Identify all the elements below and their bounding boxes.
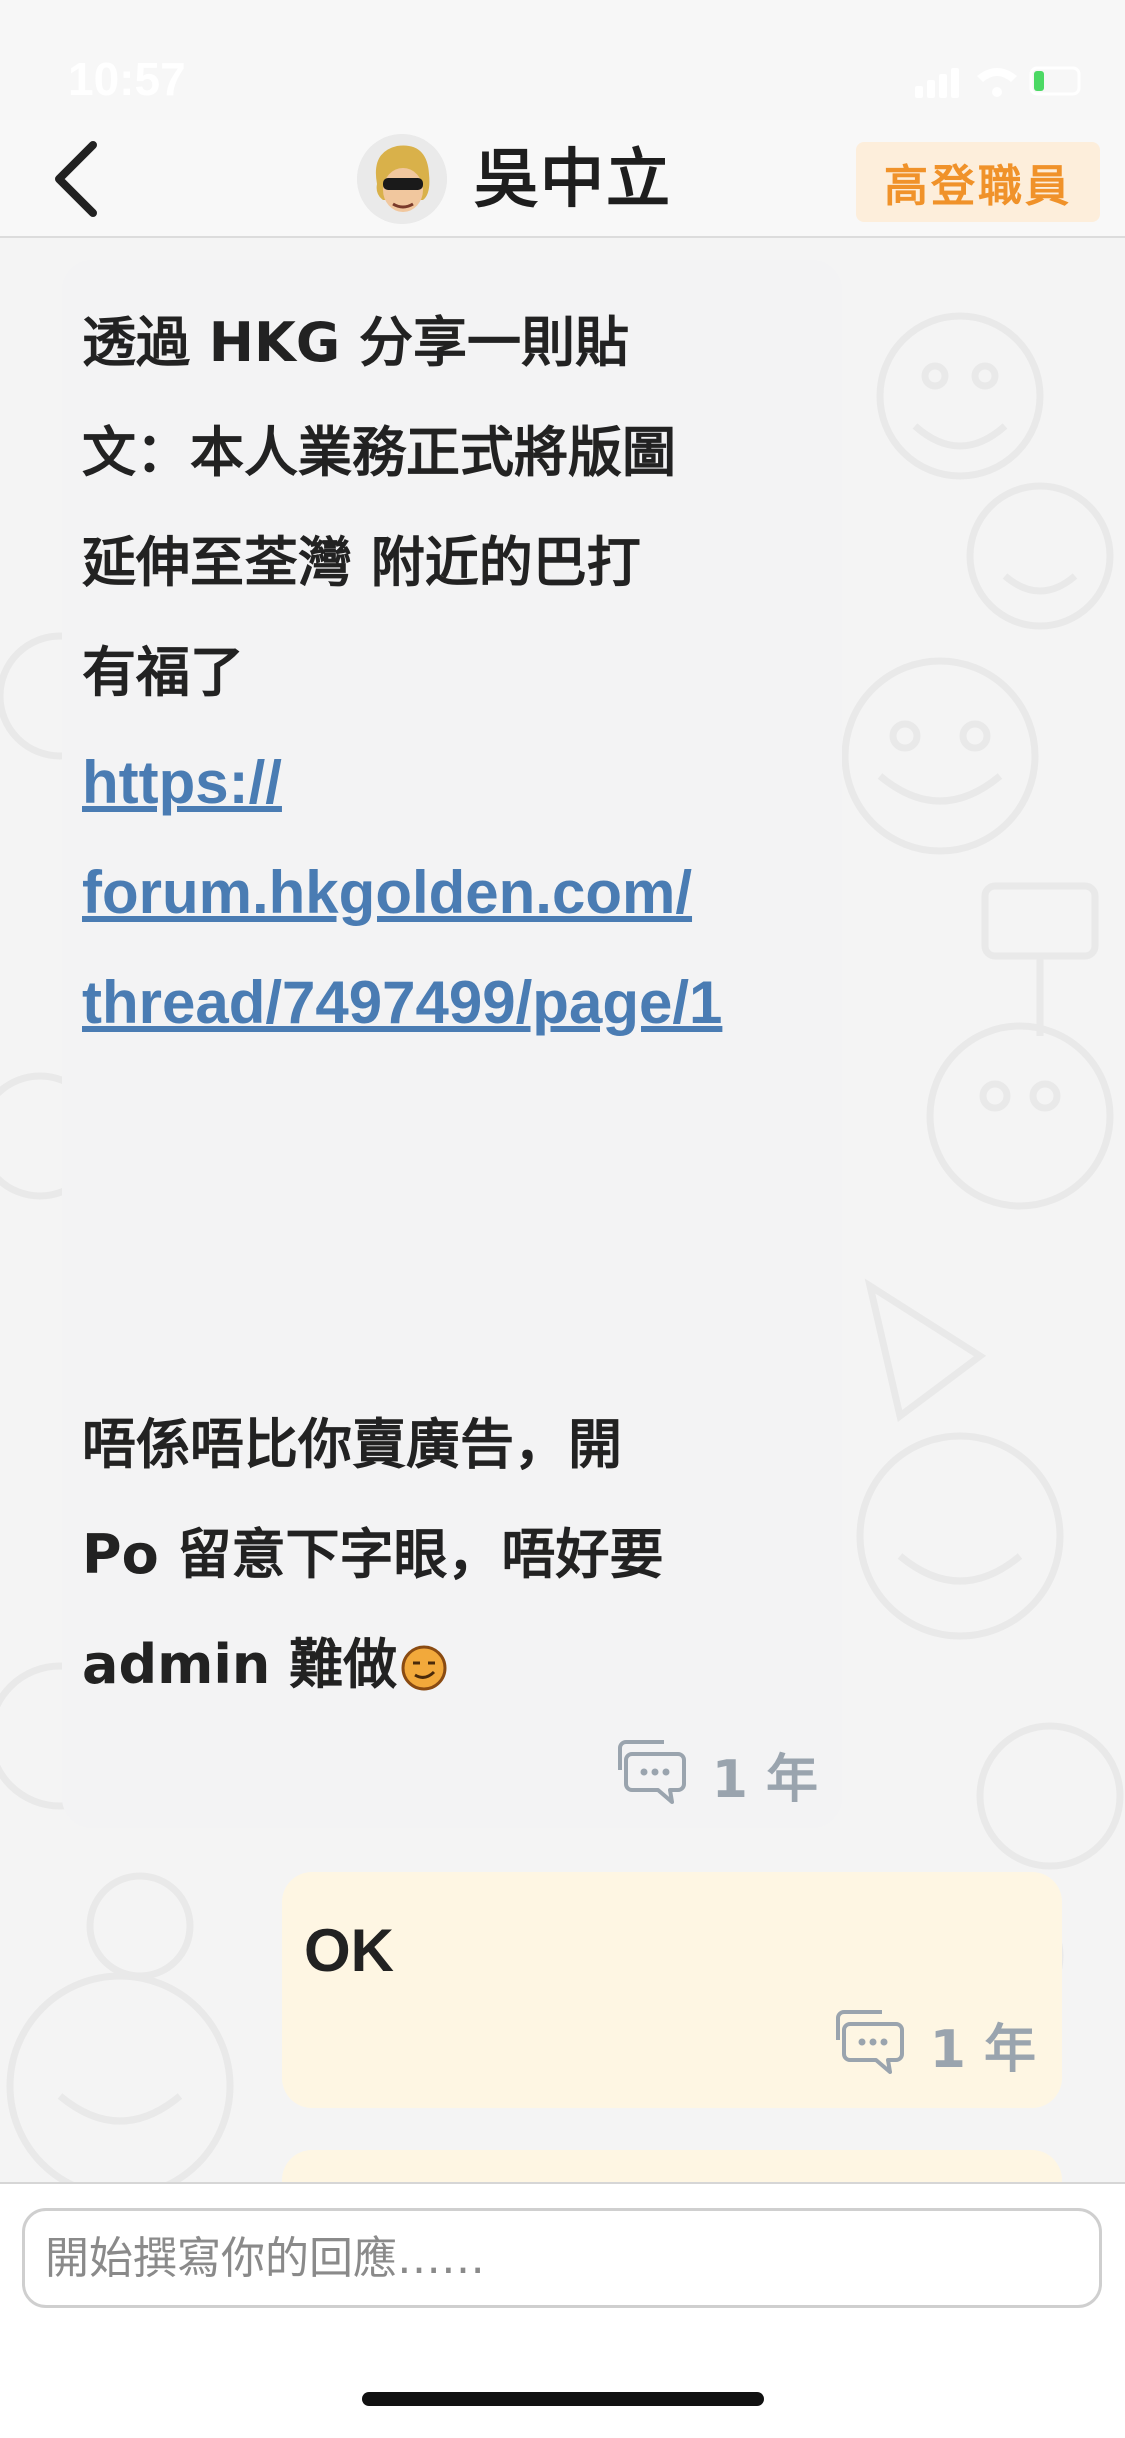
message-time: 1 年 xyxy=(711,1750,818,1810)
home-indicator xyxy=(362,2392,764,2406)
avatar[interactable] xyxy=(357,134,447,224)
message-text-2-content: 唔係唔比你賣廣告，開 Po 留意下字眼，唔好要 admin 難做 xyxy=(82,1413,664,1696)
message-meta: 1 年 xyxy=(832,2007,1036,2082)
status-time: 10:57 xyxy=(68,53,186,105)
smirk-emoji-icon xyxy=(401,1645,447,1691)
message-time: 1 年 xyxy=(929,2020,1036,2080)
avatar-image xyxy=(357,134,447,224)
message-link[interactable]: https:// forum.hkgolden.com/ thread/7497… xyxy=(82,728,842,1058)
message-bubble-incoming: 透過 HKG 分享一則貼 文：本人業務正式將版圖 延伸至荃灣 附近的巴打 有福了… xyxy=(62,260,842,1828)
message-text-2: 唔係唔比你賣廣告，開 Po 留意下字眼，唔好要 admin 難做 xyxy=(82,1390,842,1720)
back-button[interactable] xyxy=(36,134,116,224)
status-icons xyxy=(915,66,1081,98)
message-meta: 1 年 xyxy=(614,1737,818,1812)
message-bubble-outgoing: OK 1 年 xyxy=(282,1872,1062,2108)
staff-badge: 高登職員 xyxy=(856,142,1100,222)
message-text: OK xyxy=(304,1917,394,1984)
message-text: 透過 HKG 分享一則貼 文：本人業務正式將版圖 延伸至荃灣 附近的巴打 有福了 xyxy=(82,311,676,704)
chat-header: 吳中立 高登職員 xyxy=(0,120,1125,238)
reply-comment-icon[interactable] xyxy=(832,2009,908,2080)
chevron-left-icon xyxy=(55,141,97,217)
reply-input[interactable] xyxy=(22,2208,1102,2308)
reply-comment-icon[interactable] xyxy=(614,1739,690,1810)
chat-title: 吳中立 xyxy=(474,143,672,217)
status-bar: 10:57 xyxy=(0,0,1125,120)
